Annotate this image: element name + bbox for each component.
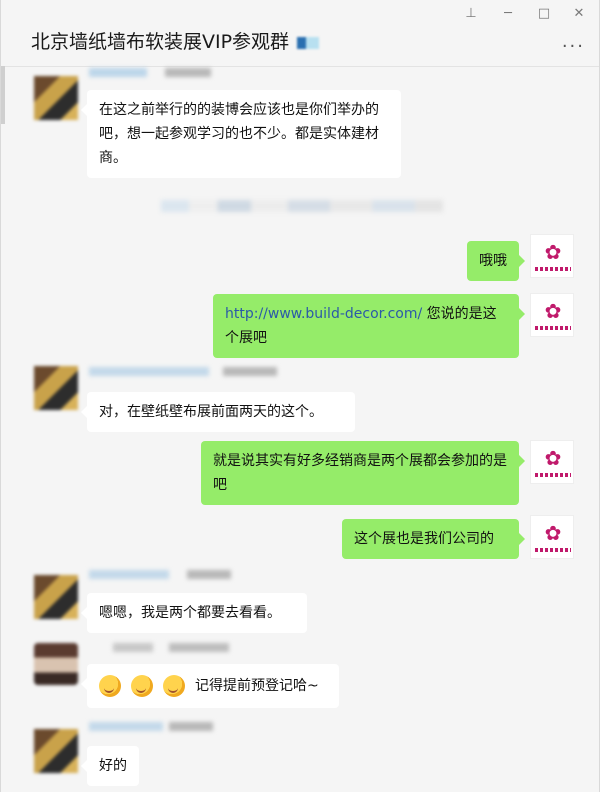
group-title: 北京墙纸墙布软装展VIP参观群 [31,27,320,54]
sender-name-blurred [89,367,209,376]
sender-name-blurred [169,643,229,652]
message-bubble[interactable]: 就是说其实有好多经销商是两个展都会参加的是吧 [201,441,525,505]
avatar[interactable] [34,575,78,619]
sender-name-blurred [89,722,163,731]
message-bubble[interactable]: 记得提前预登记哈~ [81,664,339,708]
message-bubble[interactable]: 在这之前举行的的装博会应该也是你们举办的吧，想一起参观学习的也不少。都是实体建材… [81,90,401,178]
message-link[interactable]: http://www.build-decor.com/ [225,306,422,322]
logo-icon: ✿ [544,521,562,545]
emoji-icon [131,675,153,697]
avatar[interactable] [34,729,78,773]
system-notice-blurred [161,200,443,212]
chat-window: 北京墙纸墙布软装展VIP参观群 ⊥ ─ □ ✕ ··· 在这之前举行的的装博会应… [0,0,600,792]
avatar[interactable]: ✿ [530,234,574,278]
group-title-text: 北京墙纸墙布软装展VIP参观群 [31,31,290,53]
message-bubble[interactable]: 好的 [81,746,139,786]
message-bubble[interactable]: 嗯嗯，我是两个都要去看看。 [81,593,307,633]
title-bar: 北京墙纸墙布软装展VIP参观群 ⊥ ─ □ ✕ ··· [1,0,599,67]
sender-name-blurred [187,570,231,579]
logo-icon: ✿ [544,240,562,264]
message-bubble[interactable]: 对，在壁纸壁布展前面两天的这个。 [81,392,355,432]
more-dots-icon[interactable]: ··· [562,36,585,57]
avatar[interactable]: ✿ [530,440,574,484]
message-bubble[interactable]: 哦哦 [467,241,525,281]
emoji-icon [99,675,121,697]
avatar[interactable]: ✿ [530,515,574,559]
sender-name-blurred [89,68,147,77]
scrollbar-thumb[interactable] [1,66,5,124]
emoji-icon [163,675,185,697]
sender-name-blurred [169,722,213,731]
sender-name-blurred [113,643,153,652]
logo-icon: ✿ [544,446,562,470]
maximize-button[interactable]: □ [536,6,552,21]
avatar[interactable] [34,76,78,120]
avatar[interactable]: ✿ [530,293,574,337]
avatar[interactable] [34,366,78,410]
minimize-button[interactable]: ─ [500,6,516,21]
avatar[interactable] [34,643,78,685]
message-text: 记得提前预登记哈~ [195,678,319,694]
sender-name-blurred [89,570,169,579]
sender-name-blurred [165,68,211,77]
message-bubble[interactable]: http://www.build-decor.com/ 您说的是这个展吧 [213,294,525,358]
logo-icon: ✿ [544,299,562,323]
message-bubble[interactable]: 这个展也是我们公司的 [342,519,525,559]
blurred-title-suffix [297,36,320,49]
close-button[interactable]: ✕ [571,6,587,21]
pin-icon[interactable]: ⊥ [463,6,479,21]
sender-name-blurred [223,367,277,376]
